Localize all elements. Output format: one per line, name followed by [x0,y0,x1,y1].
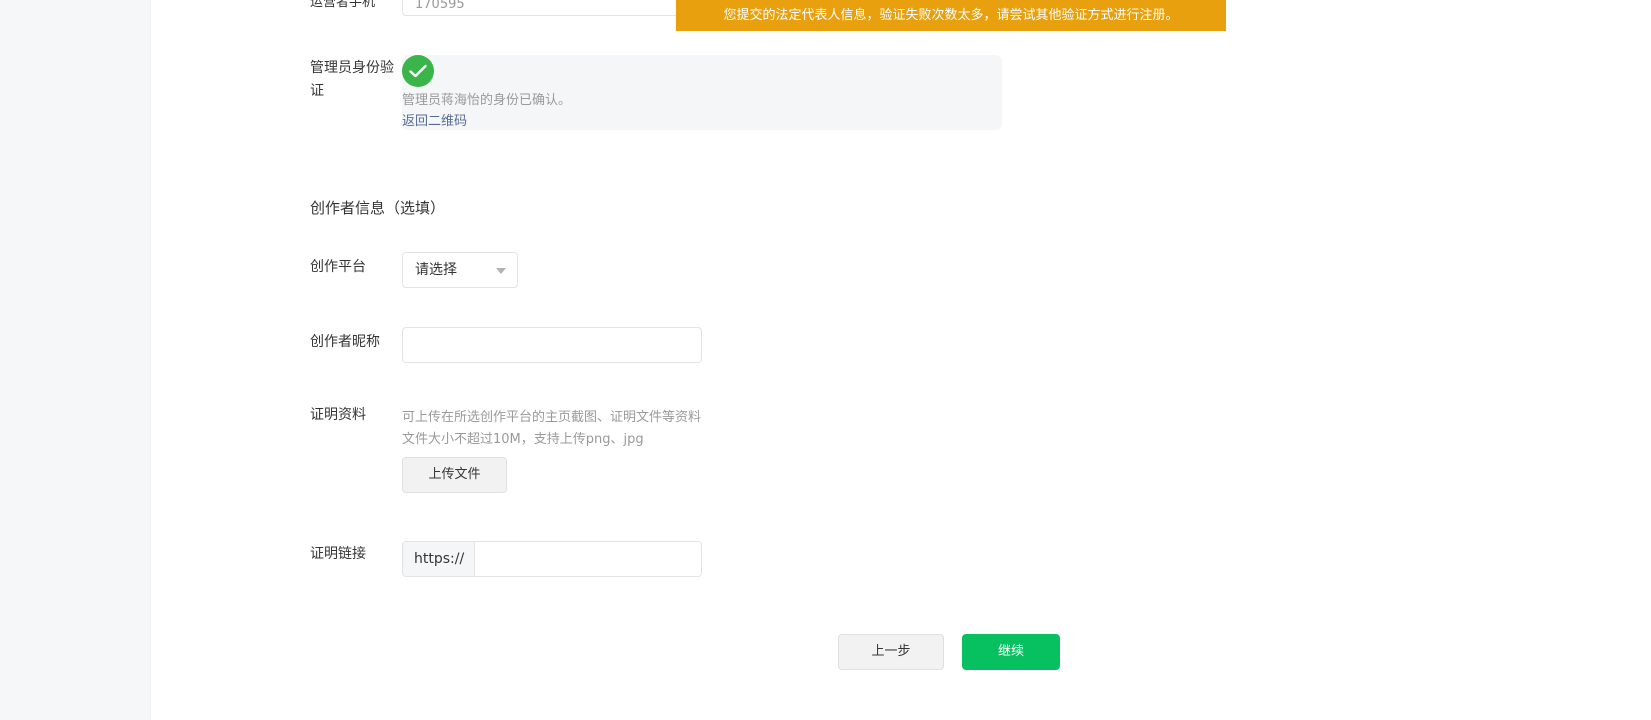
creator-platform-label: 创作平台 [310,259,366,275]
proof-material-hint-2: 文件大小不超过10M，支持上传png、jpg [402,432,644,447]
proof-material-hint-1: 可上传在所选创作平台的主页截图、证明文件等资料 [402,410,702,425]
creator-nickname-label: 创作者昵称 [310,334,380,350]
top-field-input[interactable]: 170595 [402,0,692,16]
proof-material-label: 证明资料 [310,407,366,423]
top-field-label: 运营者手机 [310,0,376,10]
left-sidebar-background [0,0,150,720]
creator-platform-selected: 请选择 [415,262,457,278]
proof-link-label: 证明链接 [310,546,366,562]
proof-link-input[interactable] [475,542,701,576]
prev-step-button[interactable]: 上一步 [838,634,944,670]
proof-link-field: https:// [402,541,702,577]
check-circle-icon [402,55,434,87]
warning-banner: 您提交的法定代表人信息，验证失败次数太多，请尝试其他验证方式进行注册。 [676,0,1226,31]
admin-verify-status: 管理员蒋海怡的身份已确认。 [402,93,572,108]
url-prefix: https:// [403,542,475,576]
creator-platform-select[interactable]: 请选择 [402,252,518,288]
back-to-qrcode-link[interactable]: 返回二维码 [402,110,467,129]
upload-file-button[interactable]: 上传文件 [402,457,507,493]
creator-nickname-input[interactable] [402,327,702,363]
continue-button[interactable]: 继续 [962,634,1060,670]
creator-section-title: 创作者信息（选填） [310,199,446,217]
admin-verify-label: 管理员身份验证 [310,60,394,99]
chevron-down-icon [496,268,506,274]
